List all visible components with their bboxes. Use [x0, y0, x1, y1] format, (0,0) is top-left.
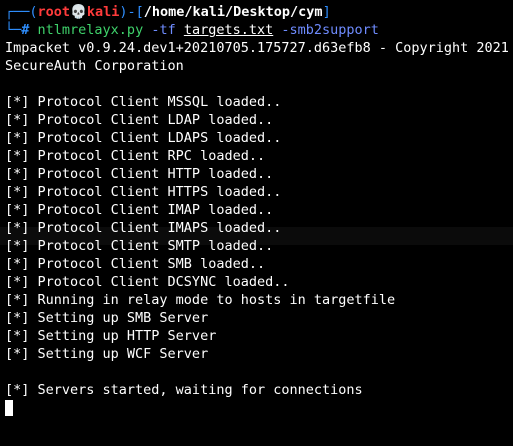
terminal-window[interactable]: ┌──(root💀kali)-[/home/kali/Desktop/cym] …: [5, 3, 513, 446]
prompt-path: /home/kali/Desktop/cym: [143, 4, 323, 20]
output-line: [*] Running in relay mode to hosts in ta…: [5, 292, 396, 308]
header-line-1: Impacket v0.9.24.dev1+20210705.175727.d6…: [5, 40, 509, 56]
output-line: [*] Setting up WCF Server: [5, 346, 209, 362]
command-target-file: targets.txt: [183, 22, 274, 38]
prompt-host: kali: [86, 4, 120, 20]
prompt-frame-top: ┌──(: [5, 4, 38, 20]
prompt-user: root: [37, 4, 71, 20]
output-line: [*] Protocol Client HTTP loaded..: [5, 166, 274, 182]
command-line[interactable]: └─# ntlmrelayx.py -tf targets.txt -smb2s…: [5, 21, 513, 39]
cursor-line[interactable]: [5, 399, 513, 417]
status-line: [*] Servers started, waiting for connect…: [5, 382, 363, 398]
prompt-line-top: ┌──(root💀kali)-[/home/kali/Desktop/cym]: [5, 3, 513, 21]
output-line: [*] Protocol Client IMAPS loaded..: [5, 220, 282, 236]
prompt-frame-bottom: └─: [5, 22, 22, 38]
output-line: [*] Protocol Client LDAPS loaded..: [5, 130, 282, 146]
text-cursor[interactable]: [5, 400, 13, 416]
output-line: [*] Protocol Client SMTP loaded..: [5, 238, 274, 254]
output-line: [*] Protocol Client MSSQL loaded..: [5, 94, 282, 110]
prompt-frame-end: ]: [322, 4, 331, 20]
output-line: [*] Protocol Client LDAP loaded..: [5, 112, 274, 128]
prompt-hash: #: [21, 22, 38, 38]
output-line: [*] Protocol Client SMB loaded..: [5, 256, 266, 272]
output-line: [*] Setting up SMB Server: [5, 310, 209, 326]
skull-icon: 💀: [70, 4, 87, 20]
command-name: ntlmrelayx.py: [37, 22, 144, 38]
command-flag-tf: -tf: [143, 22, 184, 38]
output-line: [*] Setting up HTTP Server: [5, 328, 217, 344]
header-line-2: SecureAuth Corporation: [5, 58, 184, 74]
output-line: [*] Protocol Client DCSYNC loaded..: [5, 274, 290, 290]
output-line: [*] Protocol Client RPC loaded..: [5, 148, 266, 164]
output-line: [*] Protocol Client HTTPS loaded..: [5, 184, 282, 200]
command-flag-smb2: -smb2support: [273, 22, 379, 38]
output-line: [*] Protocol Client IMAP loaded..: [5, 202, 274, 218]
prompt-frame-mid: )-[: [119, 4, 144, 20]
